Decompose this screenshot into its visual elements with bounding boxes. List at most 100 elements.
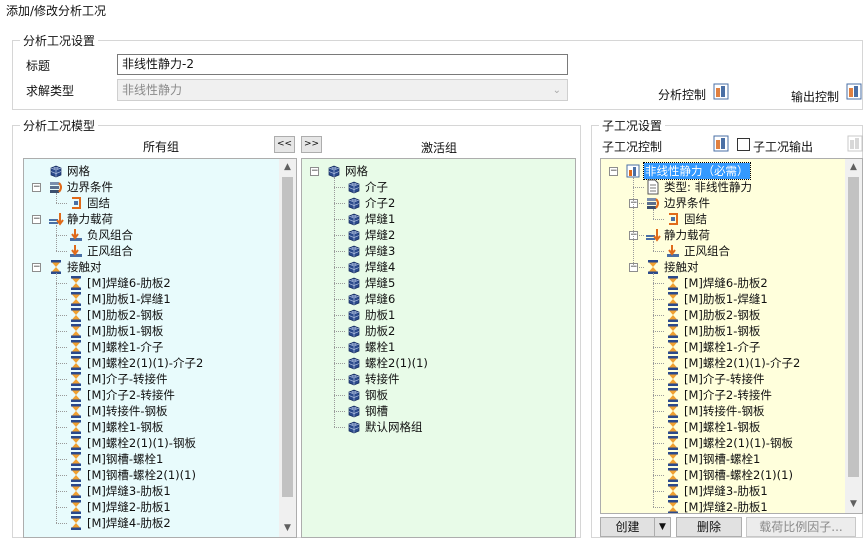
tree-item[interactable]: 网格 (326, 163, 368, 179)
tree-connector (334, 267, 345, 268)
tree-item[interactable]: 正风组合 (665, 243, 730, 259)
all-groups-tree[interactable]: 网格 − 边界条件 固结 − 静力载荷 负风组合 正风组合 − 接触对 [M]焊缝6-肋板2 [M]肋… (23, 158, 297, 538)
tree-item[interactable]: [M]焊缝6-肋板2 (665, 275, 768, 291)
tree-item[interactable]: 肋板1 (346, 307, 395, 323)
delete-button[interactable]: 删除 (676, 517, 742, 537)
tree-item[interactable]: [M]螺栓2(1)(1)-钢板 (68, 435, 196, 451)
tree-item[interactable]: [M]螺栓2(1)(1)-介子2 (68, 355, 203, 371)
active-groups-tree[interactable]: − 网格 介子 介子2 焊缝1 焊缝2 焊缝3 焊缝4 焊缝5 焊缝6 肋板1 肋板2 螺栓1 螺栓2(1… (301, 158, 576, 538)
tree-item[interactable]: 固结 (68, 195, 110, 211)
tree-item[interactable]: 螺栓2(1)(1) (346, 355, 428, 371)
tree-item[interactable]: [M]螺栓2(1)(1)-介子2 (665, 355, 800, 371)
collapse-toggle[interactable]: − (32, 263, 41, 272)
tree-item[interactable]: 边界条件 (48, 179, 113, 195)
tree-item[interactable]: 非线性静力（必需） (625, 162, 751, 180)
tree-item[interactable]: [M]焊缝6-肋板2 (68, 275, 171, 291)
tree-item[interactable]: 负风组合 (68, 227, 133, 243)
collapse-toggle[interactable]: − (32, 215, 41, 224)
contact-icon (665, 435, 681, 451)
tree-item[interactable]: 焊缝2 (346, 227, 395, 243)
tree-item[interactable]: 肋板2 (346, 323, 395, 339)
tree-item-label: 焊缝5 (365, 276, 396, 290)
analysis-control-button[interactable] (712, 83, 730, 101)
tree-item[interactable]: 固结 (665, 211, 707, 227)
tree-item[interactable]: [M]介子2-转接件 (665, 387, 772, 403)
vertical-scrollbar[interactable]: ▲ ▼ (279, 159, 296, 537)
tree-item[interactable]: 类型: 非线性静力 (645, 179, 752, 195)
title-input[interactable]: 非线性静力-2 (117, 54, 568, 75)
tree-item[interactable]: 边界条件 (645, 195, 710, 211)
tree-item[interactable]: 静力载荷 (48, 211, 113, 227)
scroll-thumb[interactable] (282, 177, 293, 497)
collapse-toggle[interactable]: − (32, 183, 41, 192)
tree-item[interactable]: 正风组合 (68, 243, 133, 259)
tree-item[interactable]: [M]钢槽-螺栓1 (665, 451, 760, 467)
tree-item[interactable]: [M]螺栓1-钢板 (68, 419, 163, 435)
tree-item[interactable]: 默认网格组 (346, 419, 423, 435)
tree-item[interactable]: [M]螺栓1-钢板 (665, 419, 760, 435)
solve-type-select[interactable]: 非线性静力 ⌄ (117, 79, 568, 101)
tree-item-label: [M]肋板1-焊缝1 (684, 292, 768, 306)
tree-item[interactable]: 钢板 (346, 387, 388, 403)
tree-item[interactable]: [M]肋板2-钢板 (68, 307, 163, 323)
move-right-button[interactable]: >> (301, 136, 322, 153)
tree-item[interactable]: [M]肋板1-焊缝1 (665, 291, 768, 307)
tree-item[interactable]: 介子 (346, 179, 388, 195)
tree-item[interactable]: 焊缝6 (346, 291, 395, 307)
tree-item[interactable]: 转接件 (346, 371, 400, 387)
output-control-button[interactable] (845, 83, 863, 101)
tree-item[interactable]: [M]钢槽-螺栓1 (68, 451, 163, 467)
tree-item[interactable]: [M]介子-转接件 (665, 371, 765, 387)
move-left-button[interactable]: << (274, 136, 295, 153)
sub-control-button[interactable] (712, 135, 730, 153)
tree-item[interactable]: [M]焊缝3-肋板1 (665, 483, 768, 499)
scroll-down-icon[interactable]: ▼ (845, 496, 862, 513)
sub-output-checkbox[interactable] (737, 138, 750, 151)
load-factor-button[interactable]: 载荷比例因子... (746, 517, 856, 537)
tree-item[interactable]: [M]肋板1-焊缝1 (68, 291, 171, 307)
tree-item[interactable]: [M]介子-转接件 (68, 371, 168, 387)
tree-item[interactable]: [M]肋板2-钢板 (665, 307, 760, 323)
tree-item[interactable]: 静力载荷 (645, 227, 710, 243)
tree-item[interactable]: 螺栓1 (346, 339, 395, 355)
tree-item[interactable]: 焊缝1 (346, 211, 395, 227)
contact-icon (665, 499, 681, 513)
tree-item-label: [M]肋板2-钢板 (87, 308, 164, 322)
tree-item-label: [M]焊缝6-肋板2 (684, 276, 768, 290)
tree-item[interactable]: 焊缝4 (346, 259, 395, 275)
tree-item[interactable]: [M]转接件-钢板 (68, 403, 168, 419)
tree-item-label: [M]肋板1-钢板 (87, 324, 164, 338)
tree-item[interactable]: [M]焊缝2-肋板1 (68, 499, 171, 515)
tree-connector (334, 283, 345, 284)
tree-item[interactable]: [M]肋板1-钢板 (665, 323, 760, 339)
tree-item[interactable]: 焊缝5 (346, 275, 395, 291)
tree-item[interactable]: 焊缝3 (346, 243, 395, 259)
tree-item[interactable]: [M]螺栓1-介子 (665, 339, 760, 355)
create-button[interactable]: 创建 ▼ (600, 517, 671, 537)
tree-item[interactable]: [M]肋板1-钢板 (68, 323, 163, 339)
tree-item[interactable]: [M]钢槽-螺栓2(1)(1) (665, 467, 793, 483)
tree-item[interactable]: [M]焊缝3-肋板1 (68, 483, 171, 499)
scroll-up-icon[interactable]: ▲ (845, 159, 862, 176)
tree-item[interactable]: [M]焊缝2-肋板1 (665, 499, 768, 513)
sub-output-button[interactable] (846, 135, 863, 153)
collapse-toggle[interactable]: − (609, 167, 618, 176)
tree-item[interactable]: [M]螺栓1-介子 (68, 339, 163, 355)
tree-item[interactable]: 网格 (48, 163, 90, 179)
collapse-toggle[interactable]: − (310, 167, 319, 176)
tree-item[interactable]: [M]转接件-钢板 (665, 403, 765, 419)
scroll-down-icon[interactable]: ▼ (279, 520, 296, 537)
scroll-up-icon[interactable]: ▲ (279, 159, 296, 176)
tree-item[interactable]: [M]焊缝4-肋板2 (68, 515, 171, 531)
contact-icon (665, 387, 681, 403)
vertical-scrollbar[interactable]: ▲ ▼ (845, 159, 862, 513)
tree-item[interactable]: [M]介子2-转接件 (68, 387, 175, 403)
tree-item[interactable]: 钢槽 (346, 403, 388, 419)
chart-settings-icon (847, 135, 863, 152)
tree-item[interactable]: [M]螺栓2(1)(1)-钢板 (665, 435, 793, 451)
tree-item[interactable]: 介子2 (346, 195, 395, 211)
scroll-thumb[interactable] (848, 177, 859, 477)
tree-item[interactable]: [M]钢槽-螺栓2(1)(1) (68, 467, 196, 483)
dropdown-arrow-icon[interactable]: ▼ (654, 518, 670, 536)
sub-case-tree[interactable]: − 非线性静力（必需） 类型: 非线性静力 − 边界条件 固结 − 静力载荷 正风组合 − 接触对[… (600, 158, 863, 514)
